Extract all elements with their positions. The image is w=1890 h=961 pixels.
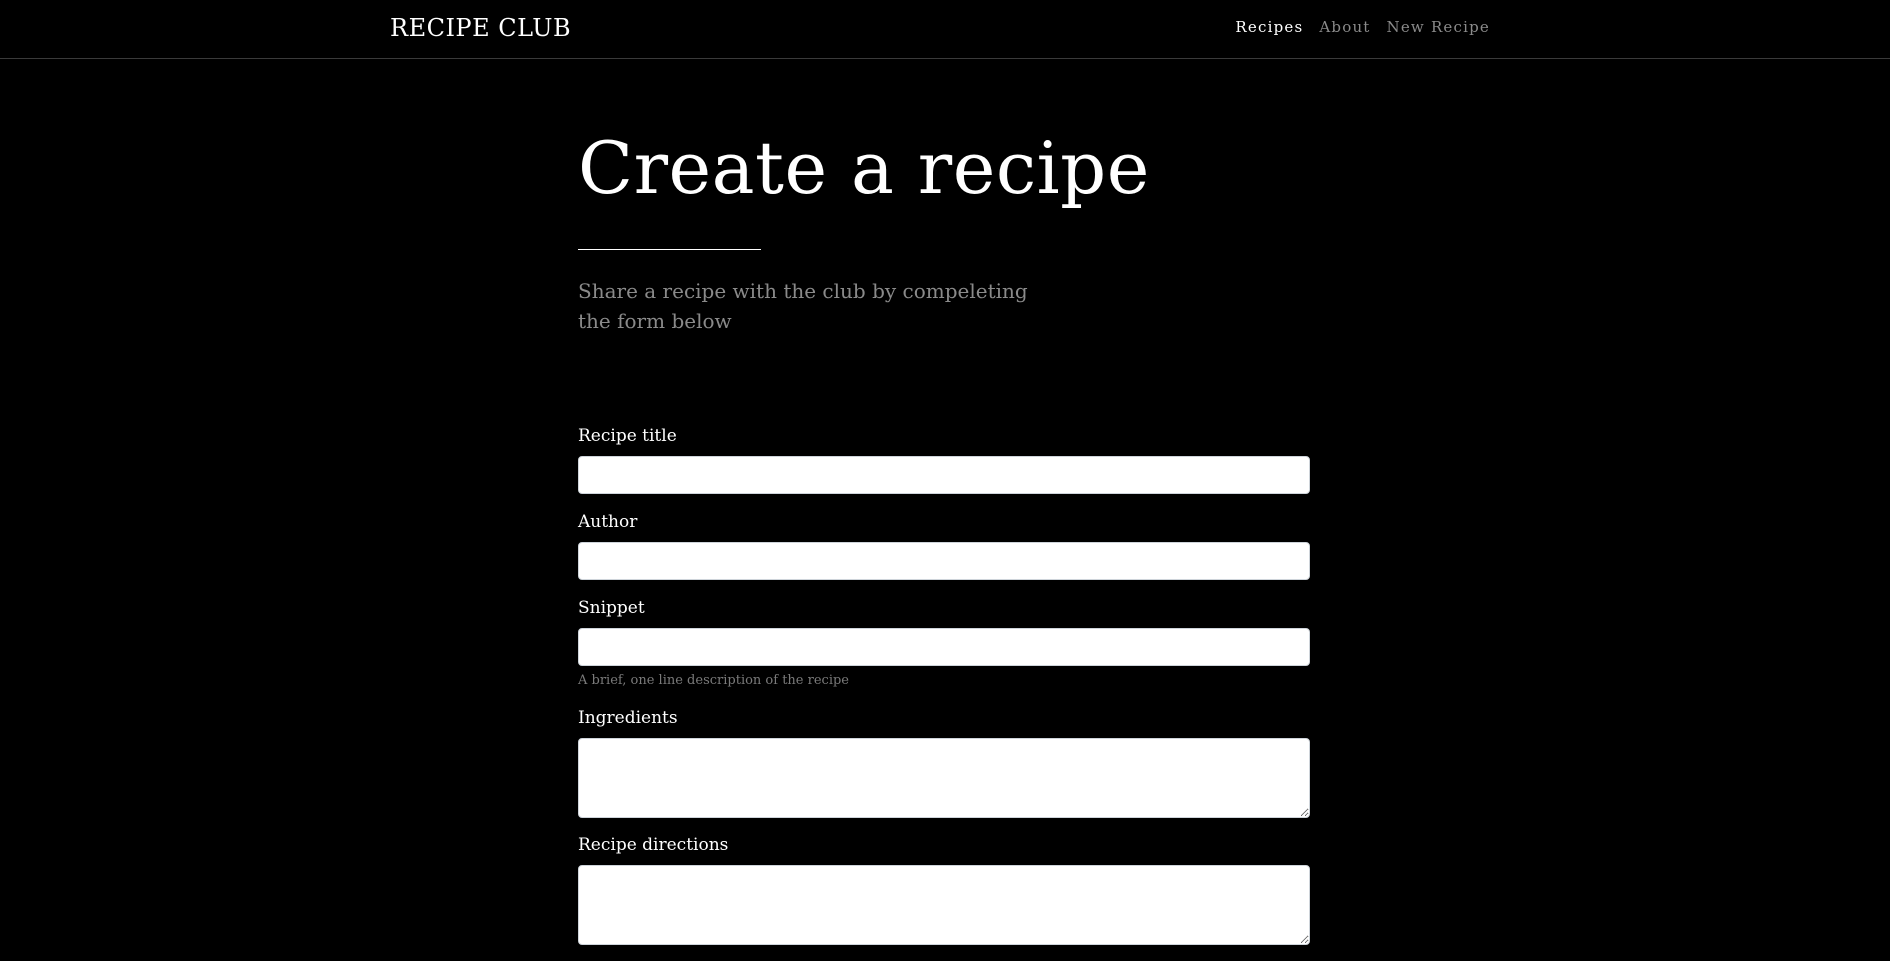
snippet-input[interactable] (578, 628, 1310, 666)
navbar: RECIPE CLUB Recipes About New Recipe (0, 0, 1890, 59)
directions-textarea[interactable] (578, 865, 1310, 945)
snippet-label: Snippet (578, 598, 645, 618)
ingredients-group: Ingredients (578, 707, 1310, 818)
nav-link-about[interactable]: About (1319, 18, 1370, 36)
recipe-title-input[interactable] (578, 456, 1310, 494)
author-group: Author (578, 511, 1310, 580)
directions-label: Recipe directions (578, 835, 729, 855)
directions-group: Recipe directions (578, 834, 1310, 945)
author-input[interactable] (578, 542, 1310, 580)
nav-links: Recipes About New Recipe (1235, 18, 1490, 36)
nav-link-recipes[interactable]: Recipes (1235, 18, 1303, 36)
brand-link[interactable]: RECIPE CLUB (390, 14, 571, 42)
nav-link-new-recipe[interactable]: New Recipe (1387, 18, 1490, 36)
snippet-group: Snippet A brief, one line description of… (578, 597, 1310, 690)
page-subtitle: Share a recipe with the club by compelet… (578, 279, 1028, 333)
recipe-title-label: Recipe title (578, 426, 677, 446)
ingredients-textarea[interactable] (578, 738, 1310, 818)
page-title: Create a recipe (578, 126, 1150, 210)
title-divider (578, 249, 761, 250)
recipe-title-group: Recipe title (578, 425, 1310, 494)
ingredients-label: Ingredients (578, 708, 678, 728)
author-label: Author (578, 512, 638, 532)
snippet-help-text: A brief, one line description of the rec… (578, 673, 849, 688)
